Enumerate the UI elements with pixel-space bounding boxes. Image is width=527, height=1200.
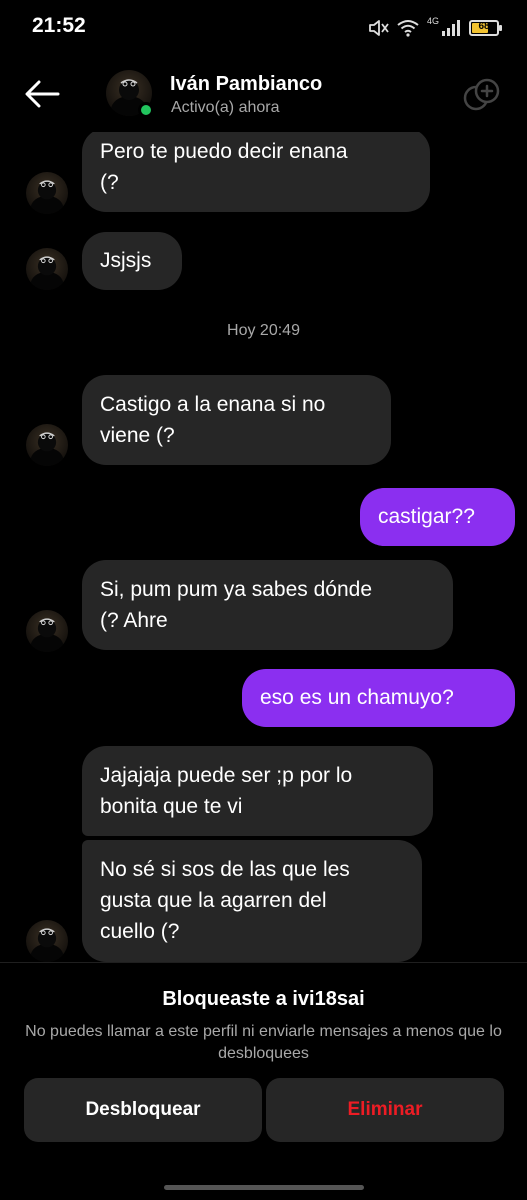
- message-line: No sé si sos de las que les: [100, 858, 350, 881]
- message-line: Castigo a la enana si no: [100, 393, 326, 416]
- blocked-panel: Bloqueaste a ivi18sai No puedes llamar a…: [0, 962, 527, 1200]
- sender-avatar[interactable]: [26, 920, 68, 962]
- blocked-title: Bloqueaste a ivi18sai: [162, 988, 365, 1010]
- date-separator: Hoy 20:49: [227, 322, 300, 339]
- battery-level: 68: [478, 21, 490, 32]
- incoming-message[interactable]: No sé si sos de las que les gusta que la…: [82, 840, 422, 962]
- message-line: Si, pum pum ya sabes dónde: [100, 578, 372, 601]
- delete-button[interactable]: Eliminar: [266, 1078, 504, 1142]
- arrow-left-icon: [25, 80, 60, 108]
- message-line: castigar??: [378, 505, 475, 528]
- status-icons: 4G 68: [367, 14, 502, 42]
- message-line: (? Ahre: [100, 609, 168, 632]
- add-people-icon: [463, 78, 500, 111]
- sender-avatar[interactable]: [26, 172, 68, 214]
- network-label: 4G: [426, 16, 439, 26]
- blocked-description: No puedes llamar a este perfil ni enviar…: [25, 1023, 502, 1062]
- online-indicator: [138, 102, 154, 118]
- back-button[interactable]: [22, 76, 62, 112]
- home-indicator[interactable]: [164, 1185, 364, 1190]
- outgoing-message[interactable]: eso es un chamuyo?: [242, 669, 515, 727]
- sender-avatar[interactable]: [26, 248, 68, 290]
- incoming-message[interactable]: Jsjsjs: [82, 232, 182, 290]
- incoming-message[interactable]: Si, pum pum ya sabes dónde (? Ahre: [82, 560, 453, 650]
- contact-name[interactable]: Iván Pambianco: [170, 73, 322, 96]
- sender-avatar[interactable]: [26, 610, 68, 652]
- incoming-message[interactable]: Castigo a la enana si no viene (?: [82, 375, 391, 465]
- contact-status: Activo(a) ahora: [171, 99, 280, 116]
- status-time: 21:52: [32, 14, 86, 37]
- message-line: Jajajaja puede ser ;p por lo: [100, 764, 353, 787]
- message-line: eso es un chamuyo?: [260, 686, 454, 709]
- message-line: gusta que la agarren del: [100, 889, 327, 912]
- message-line: viene (?: [100, 424, 175, 447]
- message-list[interactable]: Pero te puedo decir enana (? Jsjsjs Hoy …: [0, 132, 527, 962]
- outgoing-message[interactable]: castigar??: [360, 488, 515, 546]
- contact-avatar[interactable]: [106, 70, 154, 118]
- add-people-button[interactable]: [461, 76, 501, 116]
- message-line: cuello (?: [100, 920, 180, 943]
- mute-icon: [367, 18, 389, 38]
- message-line: bonita que te vi: [100, 795, 243, 818]
- incoming-message[interactable]: Jajajaja puede ser ;p por lo bonita que …: [82, 746, 433, 836]
- sender-avatar[interactable]: [26, 424, 68, 466]
- message-line: (?: [100, 171, 119, 194]
- wifi-icon: [397, 19, 419, 37]
- message-line: Pero te puedo decir enana: [100, 140, 348, 163]
- status-bar: 21:52 4G 68: [0, 0, 527, 56]
- signal-icon: [441, 19, 461, 37]
- battery-icon: 68: [469, 20, 502, 36]
- unblock-button[interactable]: Desbloquear: [24, 1078, 262, 1142]
- chat-header: Iván Pambianco Activo(a) ahora: [0, 56, 527, 132]
- message-line: Jsjsjs: [100, 249, 152, 272]
- incoming-message[interactable]: Pero te puedo decir enana (?: [82, 132, 430, 212]
